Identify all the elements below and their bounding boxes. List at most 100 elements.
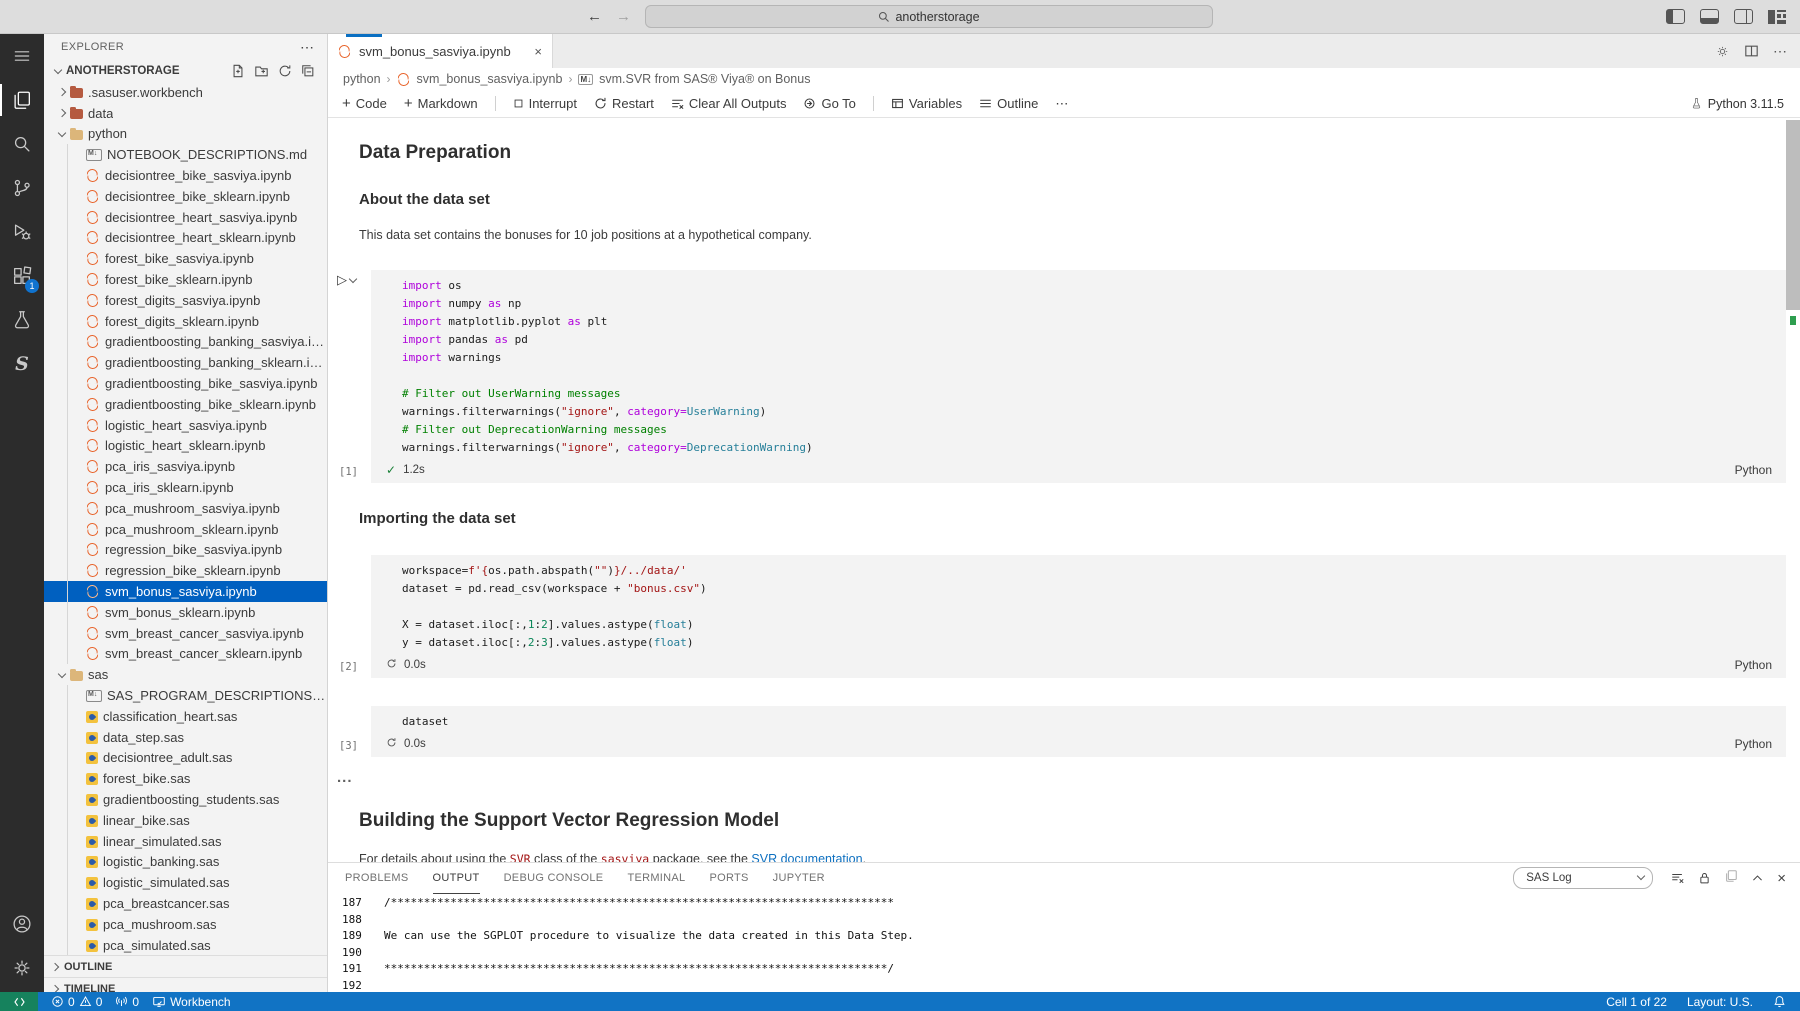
tree-item[interactable]: data [44,103,327,124]
tree-item[interactable]: decisiontree_bike_sklearn.ipynb [44,186,327,207]
scrollbar-thumb[interactable] [1786,120,1800,310]
add-code-cell-button[interactable]: +Code [342,96,387,111]
keyboard-layout-status[interactable]: Layout: U.S. [1687,995,1753,1009]
tree-item[interactable]: pca_mushroom_sklearn.ipynb [44,519,327,540]
ports-status[interactable]: 0 [115,995,139,1009]
code-cell[interactable]: [3]dataset0.0sPython [331,706,1786,757]
source-control-icon[interactable] [0,166,44,210]
workbench-status[interactable]: Workbench [152,995,230,1009]
cell-editor[interactable]: workspace=f'{os.path.abspath("")}/../dat… [371,555,1786,678]
tree-item[interactable]: forest_bike_sklearn.ipynb [44,269,327,290]
run-cell-button[interactable]: ▷ [337,272,356,288]
cell-language-picker[interactable]: Python [1735,463,1772,477]
tree-item[interactable]: pca_simulated.sas [44,935,327,956]
split-editor-icon[interactable] [1744,44,1759,58]
tree-item[interactable]: logistic_banking.sas [44,851,327,872]
maximize-panel-icon[interactable] [1751,872,1764,885]
sas-extension-icon[interactable]: S [0,342,44,386]
tree-item[interactable]: gradientboosting_banking_sklearn.ipynb [44,352,327,373]
tree-item[interactable]: svm_bonus_sklearn.ipynb [44,602,327,623]
restart-button[interactable]: Restart [594,96,654,111]
panel-tab-jupyter[interactable]: JUPYTER [773,863,825,894]
lock-scroll-icon[interactable] [1698,871,1711,885]
menu-icon[interactable] [0,34,44,78]
cell-code[interactable]: import osimport numpy as npimport matplo… [371,270,1786,457]
clear-output-icon[interactable] [1670,871,1685,885]
tree-item[interactable]: forest_bike.sas [44,768,327,789]
tree-item[interactable]: gradientboosting_bike_sasviya.ipynb [44,373,327,394]
tree-item[interactable]: data_step.sas [44,727,327,748]
new-file-icon[interactable] [231,64,245,78]
cell-code[interactable]: dataset [371,706,1786,731]
tree-item[interactable]: pca_iris_sasviya.ipynb [44,456,327,477]
tree-item[interactable]: NOTEBOOK_DESCRIPTIONS.md [44,144,327,165]
output-channel-select[interactable]: SAS Log [1513,867,1653,889]
tab-svm-bonus-sasviya[interactable]: svm_bonus_sasviya.ipynb × [328,34,553,68]
kernel-picker[interactable]: Python 3.11.5 [1690,97,1784,111]
toggle-secondary-sidebar-icon[interactable] [1734,9,1753,24]
tree-item[interactable]: forest_digits_sklearn.ipynb [44,311,327,332]
code-cell[interactable]: [2]workspace=f'{os.path.abspath("")}/../… [331,555,1786,678]
tree-item[interactable]: sas [44,664,327,685]
history-forward-icon[interactable]: → [616,9,631,24]
outline-button[interactable]: Outline [979,96,1038,111]
close-panel-icon[interactable]: × [1777,870,1786,887]
customize-layout-icon[interactable] [1768,10,1786,24]
command-center-search[interactable]: anotherstorage [645,5,1213,28]
problems-status[interactable]: 0 0 [51,995,102,1009]
cell-language-picker[interactable]: Python [1735,737,1772,751]
collapse-all-icon[interactable] [301,64,315,78]
panel-tab-terminal[interactable]: TERMINAL [627,863,685,894]
panel-tab-output[interactable]: OUTPUT [433,863,480,894]
cell-code[interactable]: workspace=f'{os.path.abspath("")}/../dat… [371,555,1786,652]
outline-section[interactable]: OUTLINE [44,955,327,977]
extensions-icon[interactable]: 1 [0,254,44,298]
toolbar-more-icon[interactable]: ⋯ [1055,96,1069,112]
tree-item[interactable]: regression_bike_sklearn.ipynb [44,560,327,581]
tree-item[interactable]: pca_iris_sklearn.ipynb [44,477,327,498]
goto-button[interactable]: Go To [803,96,855,111]
tree-item[interactable]: svm_breast_cancer_sasviya.ipynb [44,623,327,644]
close-tab-icon[interactable]: × [534,44,542,59]
tree-item[interactable]: pca_breastcancer.sas [44,893,327,914]
tree-item[interactable]: forest_bike_sasviya.ipynb [44,248,327,269]
tree-item[interactable]: linear_simulated.sas [44,831,327,852]
tree-item[interactable]: decisiontree_bike_sasviya.ipynb [44,165,327,186]
new-folder-icon[interactable] [254,64,269,78]
panel-tab-problems[interactable]: PROBLEMS [345,863,409,894]
tree-item[interactable]: decisiontree_heart_sasviya.ipynb [44,207,327,228]
run-debug-icon[interactable] [0,210,44,254]
tree-item[interactable]: logistic_heart_sasviya.ipynb [44,415,327,436]
explorer-more-icon[interactable]: ⋯ [300,39,315,56]
testing-icon[interactable] [0,298,44,342]
tree-item[interactable]: classification_heart.sas [44,706,327,727]
open-output-in-editor-icon[interactable] [1724,869,1738,888]
breadcrumb-folder[interactable]: python [343,72,381,86]
settings-gear-icon[interactable] [0,946,44,990]
doc-link[interactable]: SVR documentation [751,852,862,862]
tree-item[interactable]: regression_bike_sasviya.ipynb [44,540,327,561]
cell-editor[interactable]: dataset0.0sPython [371,706,1786,757]
tree-item[interactable]: decisiontree_adult.sas [44,748,327,769]
tree-item[interactable]: svm_bonus_sasviya.ipynb [44,581,327,602]
timeline-section[interactable]: TIMELINE [44,977,327,992]
explorer-icon[interactable] [0,78,44,122]
tree-item[interactable]: logistic_simulated.sas [44,872,327,893]
toggle-primary-sidebar-icon[interactable] [1666,9,1685,24]
tree-item[interactable]: forest_digits_sasviya.ipynb [44,290,327,311]
tree-item[interactable]: logistic_heart_sklearn.ipynb [44,436,327,457]
breadcrumb-file[interactable]: svm_bonus_sasviya.ipynb [417,72,563,86]
code-cell[interactable]: ▷[1]import osimport numpy as npimport ma… [331,270,1786,483]
workspace-root-row[interactable]: ANOTHERSTORAGE [44,60,327,82]
notifications-bell-icon[interactable] [1773,995,1786,1008]
tree-item[interactable]: .sasuser.workbench [44,82,327,103]
refresh-icon[interactable] [278,64,292,78]
editor-scrollbar[interactable] [1786,118,1800,862]
add-markdown-cell-button[interactable]: +Markdown [404,96,478,111]
tree-item[interactable]: gradientboosting_students.sas [44,789,327,810]
cell-language-picker[interactable]: Python [1735,658,1772,672]
notebook-settings-gear-icon[interactable] [1715,44,1730,59]
clear-all-outputs-button[interactable]: Clear All Outputs [671,96,787,111]
cell-position-status[interactable]: Cell 1 of 22 [1606,995,1667,1009]
account-icon[interactable] [0,902,44,946]
